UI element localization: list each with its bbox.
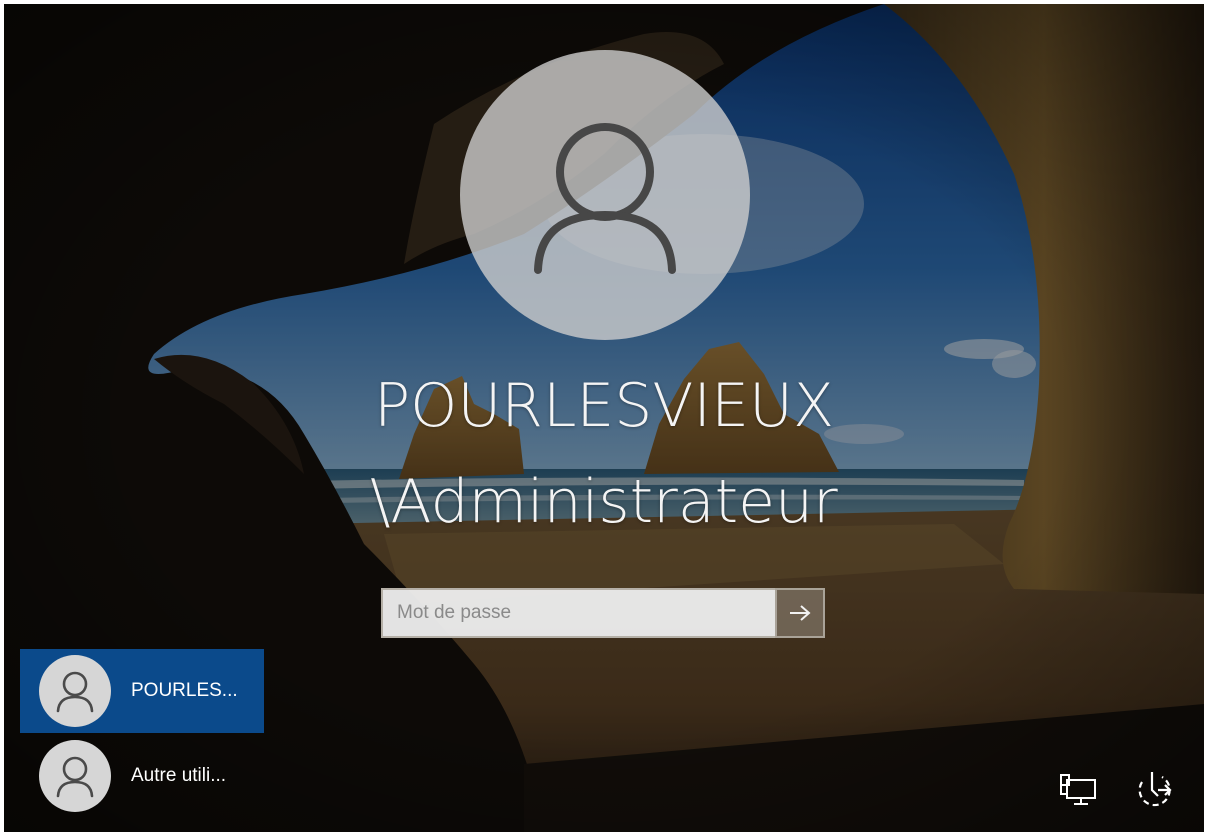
user-icon (56, 756, 94, 798)
user-tile-label: Autre utili... (131, 765, 227, 786)
user-icon (56, 671, 94, 713)
network-icon (1060, 774, 1096, 805)
ease-of-access-button[interactable] (1130, 766, 1178, 814)
password-input[interactable] (381, 588, 775, 638)
user-name-line1: POURLESVIEUX (373, 371, 835, 441)
user-tile-avatar (39, 655, 111, 727)
user-tile-pourlesvieux[interactable]: POURLES... (20, 649, 264, 733)
submit-button[interactable] (775, 588, 825, 638)
user-name-line2: \Administrateur (370, 467, 838, 537)
user-avatar-large (460, 50, 750, 340)
user-tile-other-user[interactable]: Autre utili... (20, 734, 264, 818)
network-button[interactable] (1054, 766, 1102, 814)
user-icon (534, 123, 676, 274)
arrow-right-icon (790, 605, 811, 621)
user-tile-avatar (39, 740, 111, 812)
password-box (381, 588, 829, 642)
user-tile-label: POURLES... (131, 680, 238, 701)
ease-of-access-icon (1138, 772, 1172, 807)
lock-screen: POURLESVIEUX \Administrateur POURLES... … (4, 4, 1204, 832)
